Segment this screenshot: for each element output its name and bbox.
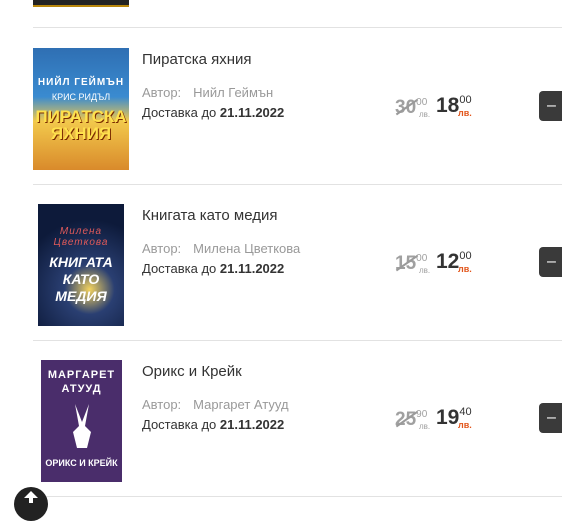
cover-author-text: НИЙЛ ГЕЙМЪН — [37, 76, 125, 88]
add-to-cart-button[interactable]: – — [539, 91, 562, 121]
author-label: Автор: — [142, 85, 182, 100]
old-price-currency: лв. — [419, 422, 431, 431]
cover-author-text: Милена Цветкова — [53, 225, 109, 248]
current-price: 1800 лв. — [436, 94, 472, 118]
add-to-cart-button[interactable]: – — [539, 403, 562, 433]
price-currency: лв. — [458, 420, 472, 430]
current-price: 1200 лв. — [436, 250, 472, 274]
price-int: 19 — [436, 406, 460, 429]
book-cover-image[interactable]: НИЙЛ ГЕЙМЪН КРИС РИДЪЛ ПИРАТСКА ЯХНИЯ — [33, 48, 129, 170]
product-title[interactable]: Книгата като медия — [142, 207, 277, 224]
delivery-row: Доставка до 21.11.2022 — [142, 261, 284, 276]
add-to-cart-button[interactable]: – — [539, 247, 562, 277]
delivery-label: Доставка до — [142, 261, 217, 276]
price-currency: лв. — [458, 108, 472, 118]
old-price-dec: 90 — [416, 409, 428, 420]
author-name[interactable]: Нийл Геймън — [193, 85, 273, 100]
price-int: 18 — [436, 94, 460, 117]
product-title[interactable]: Орикс и Крейк — [142, 363, 242, 380]
cover-subtitle-text: ОРИКС И КРЕЙК — [45, 458, 118, 468]
price-int: 12 — [436, 250, 460, 273]
price-dec: 00 — [459, 250, 472, 262]
arrow-up-icon — [24, 491, 38, 503]
previous-book-cover[interactable] — [33, 0, 129, 7]
list-item: Милена Цветкова КНИГАТА КАТО МЕДИЯ Книга… — [0, 184, 562, 340]
old-price-int: 15 — [395, 253, 417, 274]
author-name[interactable]: Маргарет Атууд — [193, 397, 288, 412]
delivery-date: 21.11.2022 — [219, 261, 285, 276]
list-item: НИЙЛ ГЕЙМЪН КРИС РИДЪЛ ПИРАТСКА ЯХНИЯ Пи… — [0, 28, 562, 184]
delivery-label: Доставка до — [142, 105, 217, 120]
author-row: Автор: Милена Цветкова — [142, 241, 300, 256]
price-dec: 00 — [459, 94, 472, 106]
cart-icon: – — [547, 253, 556, 270]
author-label: Автор: — [142, 241, 182, 256]
cover-subtitle-text: КРИС РИДЪЛ — [51, 91, 111, 102]
delivery-row: Доставка до 21.11.2022 — [142, 105, 284, 120]
current-price: 1940 лв. — [436, 406, 472, 430]
author-label: Автор: — [142, 397, 182, 412]
book-cover-image[interactable]: МАРГАРЕТ АТУУД ОРИКС И КРЕЙК — [41, 360, 122, 482]
old-price-currency: лв. — [419, 266, 431, 275]
old-price-dec: 00 — [416, 253, 428, 264]
old-price-int: 30 — [395, 97, 417, 118]
cover-title-text: ПИРАТСКА ЯХНИЯ — [35, 106, 127, 143]
old-price: 2590 лв. — [395, 409, 431, 431]
delivery-label: Доставка до — [142, 417, 217, 432]
old-price: 1500 лв. — [395, 253, 431, 275]
old-price: 3000 лв. — [395, 97, 431, 119]
author-name[interactable]: Милена Цветкова — [193, 241, 300, 256]
old-price-int: 25 — [395, 409, 417, 430]
scroll-to-top-button[interactable] — [14, 487, 48, 521]
cart-icon: – — [547, 409, 556, 426]
cart-icon: – — [547, 97, 556, 114]
cover-author-text: МАРГАРЕТ АТУУД — [47, 369, 116, 395]
cover-title-text: КНИГАТА КАТО МЕДИЯ — [49, 253, 113, 304]
price-dec: 40 — [459, 406, 472, 418]
list-item: МАРГАРЕТ АТУУД ОРИКС И КРЕЙК Орикс и Кре… — [0, 340, 562, 496]
price-currency: лв. — [458, 264, 472, 274]
old-price-dec: 00 — [416, 97, 428, 108]
divider — [33, 496, 562, 497]
author-row: Автор: Маргарет Атууд — [142, 397, 289, 412]
old-price-currency: лв. — [419, 110, 431, 119]
delivery-date: 21.11.2022 — [219, 417, 285, 432]
book-cover-image[interactable]: Милена Цветкова КНИГАТА КАТО МЕДИЯ — [38, 204, 124, 326]
delivery-date: 21.11.2022 — [219, 105, 285, 120]
rabbit-icon — [72, 404, 91, 448]
delivery-row: Доставка до 21.11.2022 — [142, 417, 284, 432]
author-row: Автор: Нийл Геймън — [142, 85, 273, 100]
product-title[interactable]: Пиратска яхния — [142, 51, 252, 68]
